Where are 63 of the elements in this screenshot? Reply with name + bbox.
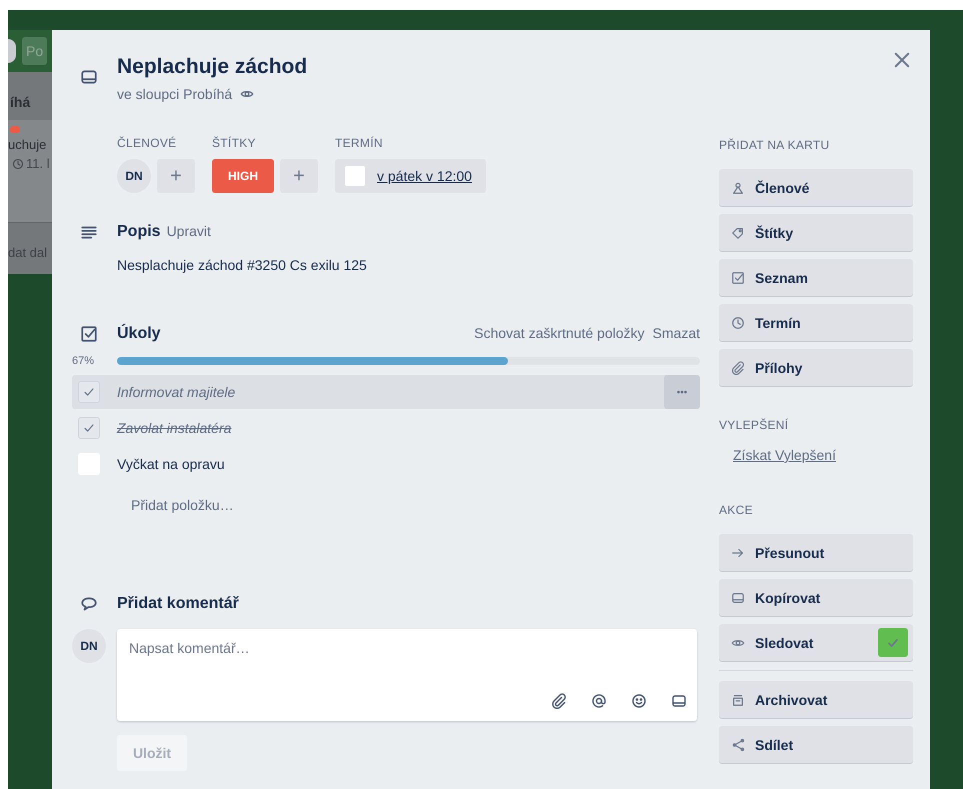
- item-checkbox[interactable]: [78, 381, 100, 403]
- section-heading: AKCE: [719, 503, 754, 517]
- progress-percent: 67%: [72, 355, 96, 367]
- sidebar-button[interactable]: Seznam: [719, 259, 913, 296]
- tag-icon: [731, 226, 745, 240]
- card-icon: [80, 68, 98, 86]
- due-date: 11. l: [26, 156, 50, 171]
- section-heading: ČLENOVÉ: [117, 136, 178, 150]
- hide-checked-link[interactable]: Schovat zaškrtnuté položky: [474, 325, 645, 341]
- sidebar-button[interactable]: Štítky: [719, 214, 913, 251]
- section-title: Přidat komentář: [117, 595, 240, 613]
- delete-link[interactable]: Smazat: [652, 325, 700, 341]
- comment-icon: [80, 595, 98, 613]
- add-member-button[interactable]: +: [157, 159, 195, 193]
- label-chip[interactable]: HIGH: [212, 159, 274, 193]
- share-icon: [731, 738, 745, 752]
- list-name: ve sloupci Probíhá: [117, 86, 232, 102]
- section-title: Popis: [117, 223, 161, 241]
- comment-field[interactable]: Napsat komentář…: [117, 629, 697, 721]
- section-heading: ŠTÍTKY: [212, 136, 257, 150]
- mention-icon[interactable]: [591, 693, 607, 709]
- due-checkbox[interactable]: [345, 166, 365, 186]
- member-avatar[interactable]: DN: [117, 159, 151, 193]
- sidebar-button[interactable]: Sdílet: [719, 726, 913, 763]
- close-button[interactable]: [892, 50, 912, 70]
- sidebar-button[interactable]: Přílohy: [719, 349, 913, 386]
- sidebar-button[interactable]: Přesunout: [719, 534, 913, 571]
- sidebar-button[interactable]: Členové: [719, 169, 913, 206]
- checklist-icon: [731, 270, 745, 284]
- section-heading: TERMÍN: [335, 136, 384, 150]
- checklist-item[interactable]: Informovat majitele: [117, 384, 236, 400]
- section-heading: PŘIDAT NA KARTU: [719, 138, 831, 152]
- archive-icon: [731, 692, 745, 706]
- attachment-icon[interactable]: [551, 693, 567, 709]
- avatar-icon[interactable]: [8, 39, 16, 63]
- item-checkbox[interactable]: [78, 417, 100, 439]
- clock-icon: [12, 158, 24, 170]
- emoji-icon[interactable]: [631, 693, 647, 709]
- checklist-item[interactable]: Zavolat instalatéra: [117, 420, 232, 436]
- card-icon: [731, 590, 745, 604]
- card-title: Neplachuje záchod: [117, 54, 308, 80]
- sidebar-button[interactable]: Archivovat: [719, 681, 913, 718]
- sidebar-button[interactable]: Kopírovat: [719, 579, 913, 616]
- add-item-link[interactable]: Přidat položku…: [131, 497, 700, 513]
- person-icon: [731, 180, 745, 194]
- sidebar-button[interactable]: Sledovat: [719, 624, 913, 661]
- paperclip-icon: [731, 360, 745, 374]
- card-title: uchuje: [8, 137, 48, 152]
- section-heading: VYLEPŠENÍ: [719, 418, 790, 432]
- sidebar-button[interactable]: Termín: [719, 304, 913, 341]
- checklist-item[interactable]: Vyčkat na opravu: [117, 456, 225, 472]
- list-title: íhá: [9, 93, 32, 112]
- clock-icon: [731, 316, 745, 330]
- user-avatar: DN: [72, 629, 106, 663]
- close-icon: [892, 50, 912, 70]
- card-icon[interactable]: [671, 693, 687, 709]
- edit-link[interactable]: Upravit: [166, 223, 211, 239]
- section-title: Úkoly: [117, 325, 161, 343]
- checklist-icon: [80, 325, 98, 343]
- description-text: Nesplachuje záchod #3250 Cs exilu 125: [117, 257, 368, 273]
- card-preview[interactable]: uchuje 11. l: [8, 120, 52, 222]
- upgrade-link[interactable]: Získat Vylepšení: [719, 447, 913, 463]
- add-label-button[interactable]: +: [280, 159, 318, 193]
